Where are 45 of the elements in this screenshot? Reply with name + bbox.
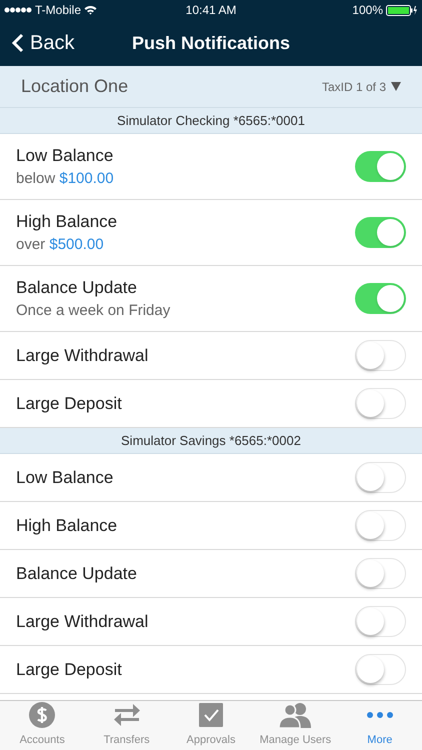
alert-label: Large Deposit	[16, 392, 123, 415]
alert-label: Large Deposit	[16, 658, 123, 681]
alert-label: High Balance	[16, 210, 118, 232]
alert-label: Balance Update	[16, 276, 138, 298]
more-icon	[366, 712, 393, 718]
toggle-switch[interactable]	[355, 217, 406, 248]
alert-detail: below $100.00	[16, 169, 115, 189]
alert-label: Low Balance	[16, 144, 114, 166]
battery-icon	[386, 4, 418, 16]
alert-detail: over $500.00	[16, 235, 105, 255]
battery-percent: 100%	[352, 2, 383, 19]
toggle-switch[interactable]	[355, 510, 406, 541]
transfer-arrows-icon	[112, 702, 141, 728]
alert-label: Large Withdrawal	[16, 344, 150, 367]
carrier-name: T-Mobile	[35, 2, 82, 19]
toggle-switch[interactable]	[355, 462, 406, 493]
wifi-icon	[84, 5, 98, 15]
toggle-switch[interactable]	[355, 388, 406, 419]
clock-time: 10:41 AM	[184, 2, 238, 19]
toggle-switch[interactable]	[355, 606, 406, 637]
section-header: Simulator Savings *6565:*0002	[0, 428, 422, 454]
tab-item[interactable]: Transfers	[84, 701, 169, 750]
triangle-down-icon	[391, 82, 401, 91]
back-button[interactable]: Back	[12, 28, 74, 58]
toggle-switch[interactable]	[355, 654, 406, 685]
section-header: Simulator Checking *6565:*0001	[0, 108, 422, 134]
alert-detail: Once a week on Friday	[16, 301, 172, 321]
toggle-switch[interactable]	[355, 283, 406, 314]
signal-icon	[4, 7, 32, 13]
tab-item[interactable]: Manage Users	[253, 701, 338, 750]
screen-title: Push Notifications	[132, 32, 290, 54]
toggle-switch[interactable]	[355, 151, 406, 182]
alert-label: Low Balance	[16, 466, 114, 489]
toggle-switch[interactable]	[355, 340, 406, 371]
toggle-switch[interactable]	[355, 558, 406, 589]
taxid-dropdown[interactable]: TaxID 1 of 3	[322, 78, 401, 96]
chevron-left-icon	[12, 33, 24, 53]
alert-label: Large Withdrawal	[16, 610, 150, 633]
alert-label: High Balance	[16, 514, 118, 537]
alert-label: Balance Update	[16, 562, 138, 585]
tab-item[interactable]: Accounts	[0, 701, 84, 750]
checkbox-icon	[199, 702, 224, 727]
tab-item[interactable]: More	[338, 701, 422, 750]
tab-item[interactable]: Approvals	[168, 701, 254, 750]
location-name: Location One	[21, 75, 130, 98]
